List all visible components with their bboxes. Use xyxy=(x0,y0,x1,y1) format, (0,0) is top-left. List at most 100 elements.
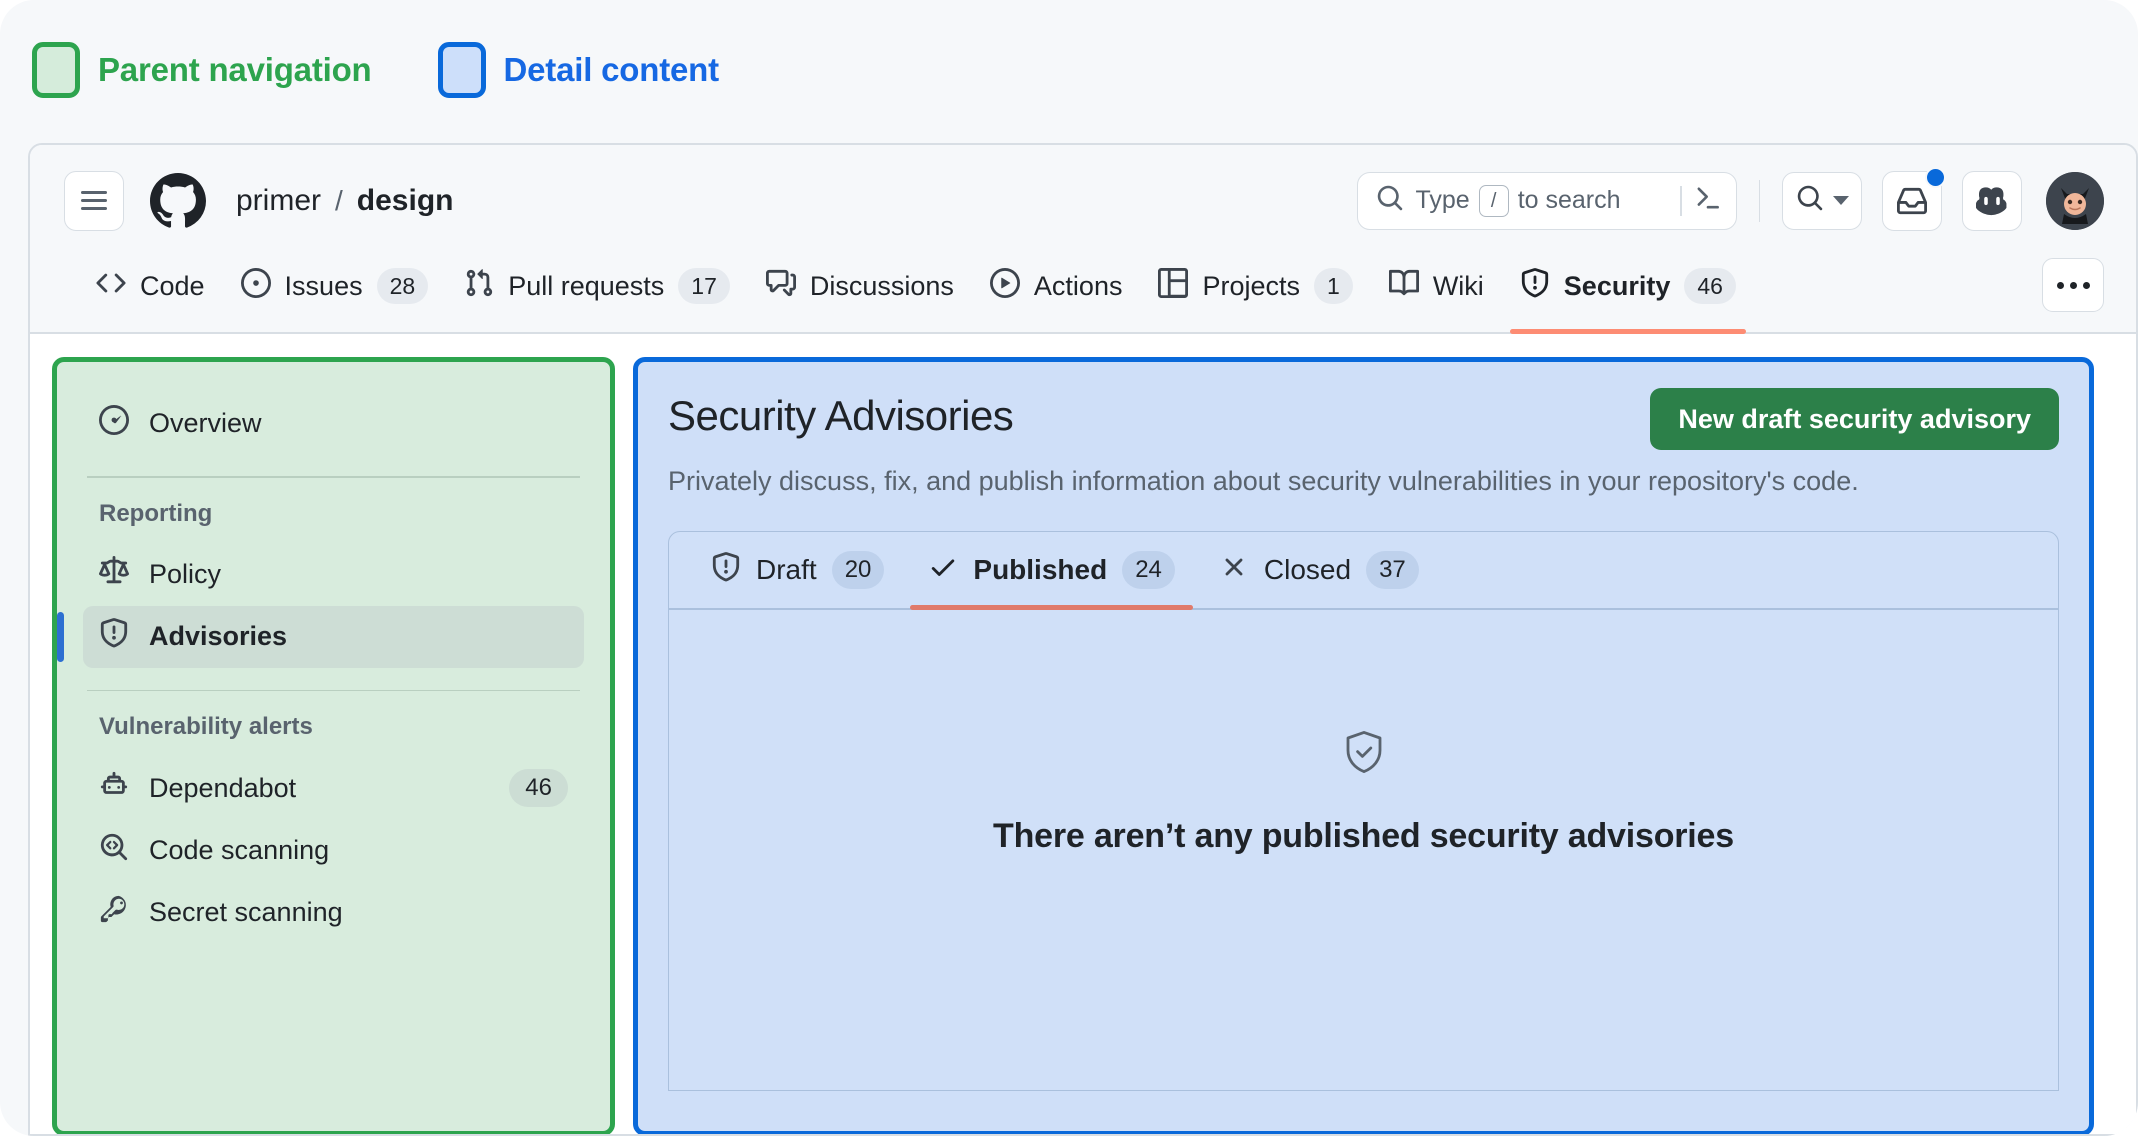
code-search-icon xyxy=(99,832,129,869)
github-logo-icon[interactable] xyxy=(150,172,206,229)
new-draft-security-advisory-button[interactable]: New draft security advisory xyxy=(1650,388,2059,450)
slash-key-icon: / xyxy=(1478,184,1509,217)
header-divider xyxy=(1758,179,1760,222)
tab-security[interactable]: Security 46 xyxy=(1502,256,1754,334)
tab-draft[interactable]: Draft 20 xyxy=(689,532,906,608)
tab-published-counter: 24 xyxy=(1122,551,1175,589)
hamburger-icon[interactable] xyxy=(64,170,124,231)
book-icon xyxy=(1388,268,1419,305)
code-icon xyxy=(96,268,126,305)
empty-state-title: There aren’t any published security advi… xyxy=(993,817,1734,855)
table-icon xyxy=(1158,267,1189,305)
page-description: Privately discuss, fix, and publish info… xyxy=(668,466,1859,496)
kebab-horizontal-icon[interactable] xyxy=(2042,258,2104,312)
search-placeholder-before: Type xyxy=(1415,186,1470,214)
tab-draft-counter: 20 xyxy=(831,551,885,589)
search-divider xyxy=(1680,185,1682,216)
sidebar-item-advisories-label: Advisories xyxy=(149,621,288,651)
tab-draft-label: Draft xyxy=(756,554,817,585)
detail-content-region: Security Advisories New draft security a… xyxy=(633,357,2094,1134)
shield-check-icon xyxy=(1340,728,1388,781)
meter-icon xyxy=(99,404,129,442)
sidebar-divider-2 xyxy=(87,689,580,691)
sidebar-item-code-scanning[interactable]: Code scanning xyxy=(83,819,584,881)
search-placeholder-after: to search xyxy=(1517,186,1621,214)
notification-badge-dot xyxy=(1925,166,1946,188)
shield-alert-icon xyxy=(1520,267,1550,305)
sidebar-item-code-scanning-label: Code scanning xyxy=(149,834,330,865)
search-scope-dropdown[interactable] xyxy=(1782,171,1862,230)
sidebar-item-advisories[interactable]: Advisories xyxy=(57,605,584,668)
shield-alert-icon xyxy=(711,551,741,589)
tab-issues-counter: 28 xyxy=(376,268,429,304)
sidebar-item-dependabot-counter: 46 xyxy=(509,769,568,807)
check-icon xyxy=(928,552,958,589)
tab-discussions-label: Discussions xyxy=(809,270,954,301)
breadcrumb-owner[interactable]: primer xyxy=(236,184,321,218)
issue-opened-icon xyxy=(240,267,271,305)
advisory-status-tabs: Draft 20 Published 24 Closed 37 xyxy=(669,532,2058,610)
tab-pull-requests[interactable]: Pull requests 17 xyxy=(446,256,748,316)
search-input[interactable]: Type / to search xyxy=(1356,171,1737,230)
legend-label-detail-content: Detail content xyxy=(503,51,720,88)
sidebar-item-policy[interactable]: Policy xyxy=(83,544,584,606)
tab-code[interactable]: Code xyxy=(78,256,223,316)
tab-pull-requests-counter: 17 xyxy=(678,268,730,304)
breadcrumb-separator: / xyxy=(335,184,343,216)
tab-issues-label: Issues xyxy=(284,270,363,301)
tab-code-label: Code xyxy=(140,270,205,301)
tab-wiki-label: Wiki xyxy=(1432,270,1484,301)
sidebar-item-overview-label: Overview xyxy=(149,407,262,438)
legend-label-parent-navigation: Parent navigation xyxy=(98,51,372,88)
tab-discussions[interactable]: Discussions xyxy=(748,256,972,316)
key-icon xyxy=(99,894,129,931)
empty-state: There aren’t any published security advi… xyxy=(669,610,2058,856)
tab-closed-label: Closed xyxy=(1263,554,1352,585)
tab-issues[interactable]: Issues 28 xyxy=(223,256,447,316)
tab-closed-counter: 37 xyxy=(1366,551,1419,589)
tab-published[interactable]: Published 24 xyxy=(906,532,1197,610)
legend-swatch-blue xyxy=(437,42,486,98)
sidebar-section-vulnerability-alerts-title: Vulnerability alerts xyxy=(99,713,313,740)
tab-wiki[interactable]: Wiki xyxy=(1371,256,1502,316)
tab-projects[interactable]: Projects 1 xyxy=(1140,256,1370,316)
screenshot-root: Parent navigation Detail content primer xyxy=(0,0,2138,1136)
advisories-panel: Draft 20 Published 24 Closed 37 There ar… xyxy=(668,531,2059,1091)
law-icon xyxy=(99,556,129,593)
x-icon xyxy=(1219,552,1249,589)
sidebar-item-overview[interactable]: Overview xyxy=(83,392,584,454)
page-title: Security Advisories xyxy=(668,392,1014,439)
sidebar-item-dependabot[interactable]: Dependabot 46 xyxy=(83,757,584,819)
page-body: Overview Reporting Policy Advisories Vul… xyxy=(30,334,2136,1134)
copilot-icon[interactable] xyxy=(1962,170,2022,231)
search-icon xyxy=(1376,184,1404,217)
legend-swatch-green xyxy=(32,42,80,98)
tab-security-counter: 46 xyxy=(1684,268,1736,304)
sidebar-divider-1 xyxy=(87,476,580,478)
tab-pull-requests-label: Pull requests xyxy=(508,270,665,301)
search-placeholder: Type / to search xyxy=(1415,184,1621,217)
tab-projects-counter: 1 xyxy=(1314,268,1353,304)
tab-published-label: Published xyxy=(973,554,1108,585)
sidebar-item-dependabot-label: Dependabot xyxy=(149,772,297,803)
shield-alert-icon xyxy=(99,618,129,655)
dependabot-icon xyxy=(99,770,129,807)
global-header: primer / design Type / to search xyxy=(30,145,2136,256)
tab-security-label: Security xyxy=(1563,270,1671,301)
content-header: Security Advisories New draft security a… xyxy=(668,388,2059,450)
sidebar-item-secret-scanning-label: Secret scanning xyxy=(149,896,343,927)
repository-nav: Code Issues 28 Pull requests 17 Discussi… xyxy=(30,256,2136,334)
sidebar-item-policy-label: Policy xyxy=(149,559,222,589)
sidebar-item-secret-scanning[interactable]: Secret scanning xyxy=(83,881,584,943)
command-palette-icon[interactable] xyxy=(1694,184,1722,217)
legend: Parent navigation Detail content xyxy=(32,30,719,110)
legend-item-detail-content: Detail content xyxy=(437,42,720,98)
tab-projects-label: Projects xyxy=(1202,270,1301,301)
inbox-icon[interactable] xyxy=(1882,166,1946,231)
avatar[interactable] xyxy=(2046,171,2104,230)
breadcrumb: primer / design xyxy=(236,184,453,218)
breadcrumb-repo[interactable]: design xyxy=(357,184,454,218)
tab-closed[interactable]: Closed 37 xyxy=(1197,532,1441,608)
tab-actions[interactable]: Actions xyxy=(972,256,1141,316)
sidebar-section-reporting-title: Reporting xyxy=(99,499,213,527)
